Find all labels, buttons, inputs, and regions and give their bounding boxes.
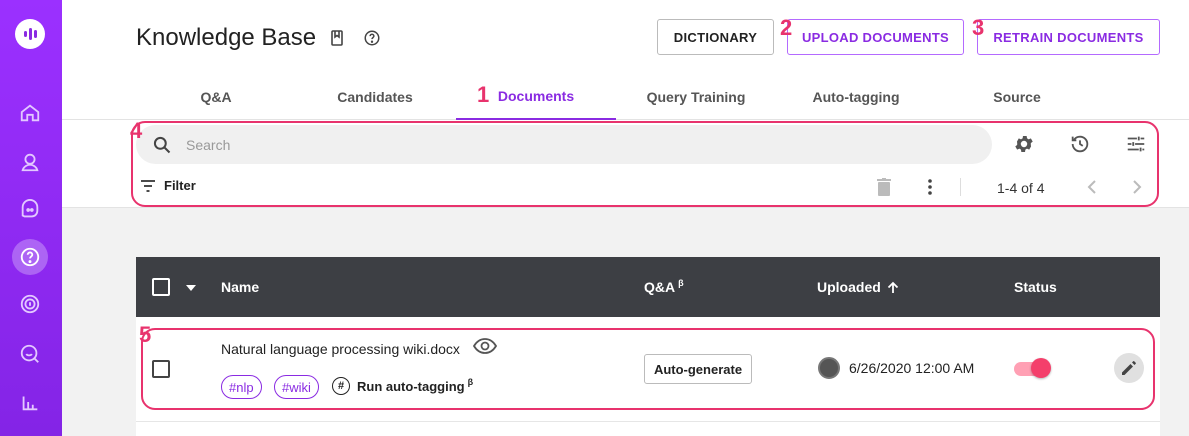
tab-bar: Q&A Candidates Documents Query Training … bbox=[62, 74, 1189, 120]
column-uploaded[interactable]: Uploaded bbox=[817, 279, 899, 295]
tab-candidates[interactable]: Candidates bbox=[314, 74, 436, 120]
callout-number-5: 5 bbox=[139, 322, 152, 347]
column-uploaded-label: Uploaded bbox=[817, 279, 881, 295]
callout-number-3: 3 bbox=[972, 15, 985, 40]
tab-auto-tagging[interactable]: Auto-tagging bbox=[792, 74, 920, 120]
book-icon[interactable] bbox=[328, 29, 346, 47]
home-icon[interactable] bbox=[16, 99, 44, 127]
select-all-checkbox[interactable] bbox=[152, 278, 170, 296]
chat-icon[interactable] bbox=[16, 196, 44, 224]
dictionary-button[interactable]: DICTIONARY bbox=[657, 19, 774, 55]
beta-mark: β bbox=[678, 278, 684, 288]
tab-source[interactable]: Source bbox=[962, 74, 1072, 120]
arrow-up-icon bbox=[887, 281, 898, 293]
table-header: Name Q&A β Uploaded Status bbox=[136, 257, 1160, 317]
tab-qa[interactable]: Q&A bbox=[156, 74, 276, 120]
user-icon[interactable] bbox=[16, 148, 44, 176]
column-status[interactable]: Status bbox=[1014, 279, 1057, 295]
upload-documents-button[interactable]: UPLOAD DOCUMENTS bbox=[787, 19, 964, 55]
help-icon[interactable] bbox=[16, 243, 44, 271]
logo-icon[interactable] bbox=[15, 19, 45, 49]
page-title: Knowledge Base bbox=[136, 24, 317, 51]
header: Knowledge Base DICTIONARY UPLOAD DOCUMEN… bbox=[62, 0, 1189, 120]
fingerprint-icon[interactable] bbox=[16, 290, 44, 318]
search-chat-icon[interactable] bbox=[16, 340, 44, 368]
callout-number-4: 4 bbox=[130, 118, 143, 143]
caret-down-icon[interactable] bbox=[186, 285, 196, 291]
column-name[interactable]: Name bbox=[221, 279, 259, 295]
tab-query-training[interactable]: Query Training bbox=[632, 74, 760, 120]
callout-number-1: 1 bbox=[477, 82, 490, 107]
retrain-documents-button[interactable]: RETRAIN DOCUMENTS bbox=[977, 19, 1160, 55]
column-qa[interactable]: Q&A β bbox=[644, 278, 684, 295]
sidebar bbox=[0, 0, 62, 436]
analytics-icon[interactable] bbox=[16, 388, 44, 416]
callout-box-toolbar bbox=[131, 121, 1159, 207]
callout-number-2: 2 bbox=[780, 15, 793, 40]
help-circle-icon[interactable] bbox=[363, 29, 381, 47]
column-qa-label: Q&A bbox=[644, 279, 676, 295]
callout-box-row bbox=[141, 328, 1155, 410]
